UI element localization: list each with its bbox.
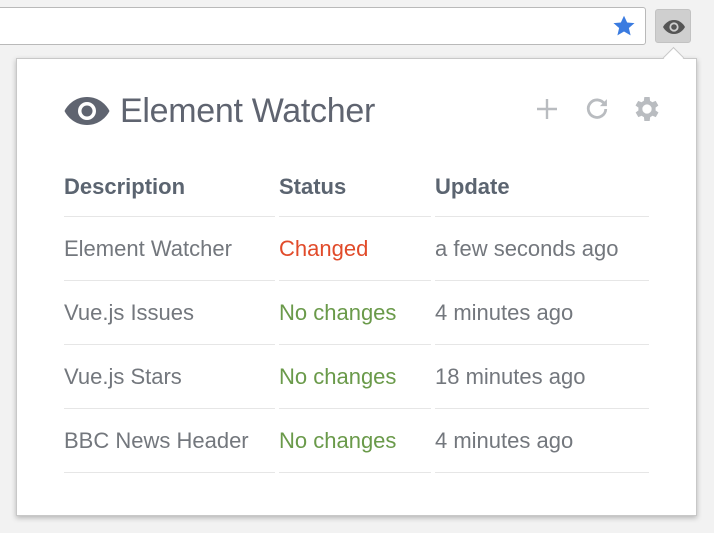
extension-button[interactable]	[655, 9, 691, 43]
table-header-row: Description Status Update	[64, 155, 649, 217]
star-icon[interactable]	[611, 13, 637, 39]
extension-popup: Element Watcher Description Status Updat…	[16, 58, 697, 516]
eye-icon	[663, 20, 685, 34]
table-row[interactable]: Vue.js Stars No changes 18 minutes ago	[64, 345, 649, 409]
header-description: Description	[64, 155, 275, 217]
table-row[interactable]: BBC News Header No changes 4 minutes ago	[64, 409, 649, 473]
row-update: 4 minutes ago	[435, 409, 649, 473]
header-update: Update	[435, 155, 649, 217]
row-status: Changed	[279, 217, 431, 281]
watchers-table: Description Status Update Element Watche…	[60, 155, 653, 473]
refresh-button[interactable]	[581, 93, 613, 125]
refresh-icon	[586, 98, 608, 119]
popup-header: Element Watcher	[64, 89, 375, 133]
popup-actions	[531, 93, 663, 125]
row-status: No changes	[279, 409, 431, 473]
table-row[interactable]: Element Watcher Changed a few seconds ag…	[64, 217, 649, 281]
add-button[interactable]	[531, 93, 563, 125]
row-update: 18 minutes ago	[435, 345, 649, 409]
row-update: 4 minutes ago	[435, 281, 649, 345]
address-bar[interactable]	[0, 7, 646, 45]
table-row[interactable]: Vue.js Issues No changes 4 minutes ago	[64, 281, 649, 345]
row-description: BBC News Header	[64, 409, 275, 473]
popup-title: Element Watcher	[120, 91, 375, 130]
row-update: a few seconds ago	[435, 217, 649, 281]
plus-icon	[537, 99, 557, 119]
row-description: Vue.js Issues	[64, 281, 275, 345]
gear-icon	[635, 97, 659, 121]
browser-toolbar	[0, 0, 714, 56]
header-status: Status	[279, 155, 431, 217]
eye-icon	[64, 97, 110, 125]
row-status: No changes	[279, 281, 431, 345]
row-description: Element Watcher	[64, 217, 275, 281]
settings-button[interactable]	[631, 93, 663, 125]
row-status: No changes	[279, 345, 431, 409]
row-description: Vue.js Stars	[64, 345, 275, 409]
